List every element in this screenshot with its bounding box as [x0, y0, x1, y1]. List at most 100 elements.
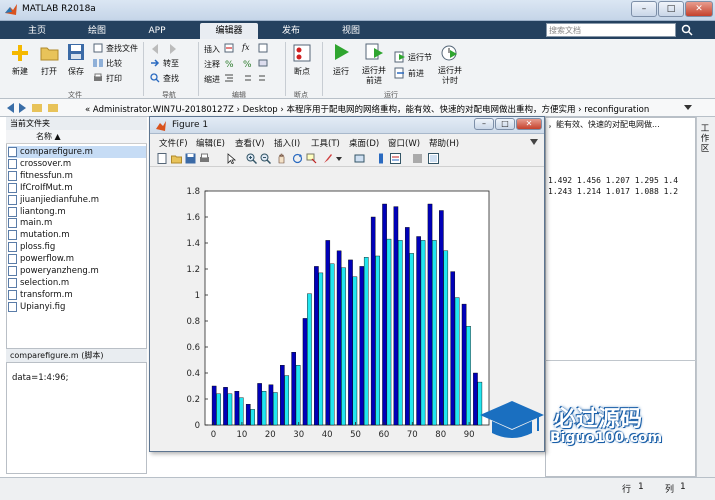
- file-item[interactable]: liantong.m: [8, 206, 146, 218]
- search-icon[interactable]: [681, 24, 693, 36]
- legend-icon[interactable]: [390, 153, 401, 164]
- indent-button[interactable]: 缩进: [204, 74, 220, 85]
- show-plot-tools-icon[interactable]: [428, 153, 439, 164]
- menu-window[interactable]: 窗口(W): [388, 137, 420, 149]
- file-item[interactable]: main.m: [8, 217, 146, 229]
- run-icon[interactable]: [331, 42, 351, 62]
- watermark-url: Biguo100.com: [550, 430, 663, 446]
- zoom-in-icon[interactable]: [246, 153, 257, 164]
- name-column-header[interactable]: 名称 ▲: [6, 130, 147, 144]
- chevron-down-icon[interactable]: [336, 157, 342, 161]
- bar-series2: [375, 255, 380, 426]
- open-folder-icon[interactable]: [40, 43, 60, 63]
- new-button[interactable]: 新建: [12, 66, 28, 77]
- decrease-indent-icon[interactable]: [258, 73, 268, 83]
- link-plot-icon[interactable]: [354, 153, 365, 164]
- fx-button[interactable]: fx: [242, 43, 249, 52]
- find-button[interactable]: 查找: [163, 73, 179, 84]
- tab-home[interactable]: 主页: [8, 23, 66, 39]
- data-cursor-icon[interactable]: [306, 153, 317, 164]
- run-advance-button[interactable]: 运行并 前进: [362, 66, 386, 86]
- file-name: main.m: [20, 218, 53, 229]
- tab-editor[interactable]: 编辑器: [200, 23, 258, 39]
- insert-section-icon[interactable]: [224, 43, 234, 53]
- file-item[interactable]: crossover.m: [8, 158, 146, 170]
- brush-icon[interactable]: [322, 153, 333, 164]
- run-advance-icon[interactable]: [365, 42, 385, 62]
- smart-indent-icon[interactable]: [224, 73, 234, 83]
- save-figure-icon[interactable]: [185, 153, 196, 164]
- breakpoints-icon[interactable]: [292, 43, 312, 63]
- file-item[interactable]: mutation.m: [8, 229, 146, 241]
- figure-maximize-button[interactable]: □: [495, 118, 515, 130]
- menu-file[interactable]: 文件(F): [159, 137, 188, 149]
- rotate-icon[interactable]: [292, 153, 303, 164]
- menu-tools[interactable]: 工具(T): [311, 137, 340, 149]
- file-item[interactable]: comparefigure.m: [8, 146, 146, 158]
- pan-icon[interactable]: [276, 153, 287, 164]
- new-icon[interactable]: [10, 43, 30, 63]
- advance-button[interactable]: 前进: [408, 68, 424, 79]
- file-item[interactable]: powerflow.m: [8, 253, 146, 265]
- run-section-button[interactable]: 运行节: [408, 52, 432, 63]
- ribbon-tab-bar: 主页 绘图 APP 编辑器 发布 视图 搜索文档: [0, 21, 715, 39]
- pointer-icon[interactable]: [226, 153, 237, 164]
- dock-arrow-icon[interactable]: [530, 139, 538, 145]
- print-button[interactable]: 打印: [106, 73, 122, 84]
- current-path[interactable]: « Administrator.WIN7U-20180127Z › Deskto…: [85, 103, 649, 115]
- file-item[interactable]: transform.m: [8, 289, 146, 301]
- figure-minimize-button[interactable]: –: [474, 118, 494, 130]
- chevron-down-icon[interactable]: [683, 104, 693, 112]
- back-forward-icon[interactable]: [150, 43, 178, 55]
- nav-arrows-icon[interactable]: [6, 102, 62, 114]
- compare-button[interactable]: 比较: [106, 58, 122, 69]
- m-file-icon: [8, 254, 17, 265]
- figure-close-button[interactable]: ✕: [516, 118, 542, 130]
- menu-help[interactable]: 帮助(H): [429, 137, 459, 149]
- file-item[interactable]: jiuanjiedianfuhe.m: [8, 194, 146, 206]
- save-icon[interactable]: [67, 43, 85, 61]
- tab-publish[interactable]: 发布: [262, 23, 320, 39]
- menu-edit[interactable]: 编辑(E): [196, 137, 225, 149]
- menu-insert[interactable]: 插入(I): [274, 137, 300, 149]
- file-item[interactable]: poweryanzheng.m: [8, 265, 146, 277]
- file-item[interactable]: fitnessfun.m: [8, 170, 146, 182]
- menu-desktop[interactable]: 桌面(D): [349, 137, 379, 149]
- breakpoints-button[interactable]: 断点: [294, 66, 310, 77]
- open-file-icon[interactable]: [171, 153, 182, 164]
- hide-plot-tools-icon[interactable]: [412, 153, 423, 164]
- new-figure-icon[interactable]: [157, 153, 168, 164]
- close-button[interactable]: ✕: [685, 1, 713, 17]
- insert-function-icon[interactable]: [258, 43, 268, 53]
- comment-percent-icon[interactable]: %: [224, 58, 234, 68]
- comment-button[interactable]: 注释: [204, 59, 220, 70]
- run-time-icon[interactable]: [440, 42, 460, 62]
- editor-path-tail: ，能有效、快速的对配电网做...: [548, 120, 660, 129]
- tab-apps[interactable]: APP: [128, 23, 186, 39]
- uncomment-icon[interactable]: %: [242, 58, 252, 68]
- file-item[interactable]: IfCroIfMut.m: [8, 182, 146, 194]
- run-time-button[interactable]: 运行并 计时: [438, 66, 462, 86]
- minimize-button[interactable]: –: [631, 1, 657, 17]
- maximize-button[interactable]: □: [658, 1, 684, 17]
- fig-file-icon: [8, 242, 17, 253]
- menu-view[interactable]: 查看(V): [235, 137, 264, 149]
- colorbar-icon[interactable]: [376, 153, 387, 164]
- goto-button[interactable]: 转至: [163, 58, 179, 69]
- wrap-comment-icon[interactable]: [258, 58, 268, 68]
- file-item[interactable]: ploss.fig: [8, 241, 146, 253]
- save-button[interactable]: 保存: [68, 66, 84, 77]
- run-button[interactable]: 运行: [333, 66, 349, 77]
- increase-indent-icon[interactable]: [242, 73, 252, 83]
- tab-plots[interactable]: 绘图: [68, 23, 126, 39]
- file-item[interactable]: Upianyi.fig: [8, 301, 146, 313]
- insert-button[interactable]: 插入: [204, 44, 220, 55]
- zoom-out-icon[interactable]: [260, 153, 271, 164]
- print-figure-icon[interactable]: [199, 153, 210, 164]
- open-button[interactable]: 打开: [41, 66, 57, 77]
- find-files-button[interactable]: 查找文件: [106, 43, 138, 54]
- file-item[interactable]: selection.m: [8, 277, 146, 289]
- tab-view[interactable]: 视图: [322, 23, 380, 39]
- variable-row-2: 1.243 1.214 1.017 1.088 1.2: [548, 187, 679, 196]
- workspace-label[interactable]: 工作区: [698, 124, 712, 154]
